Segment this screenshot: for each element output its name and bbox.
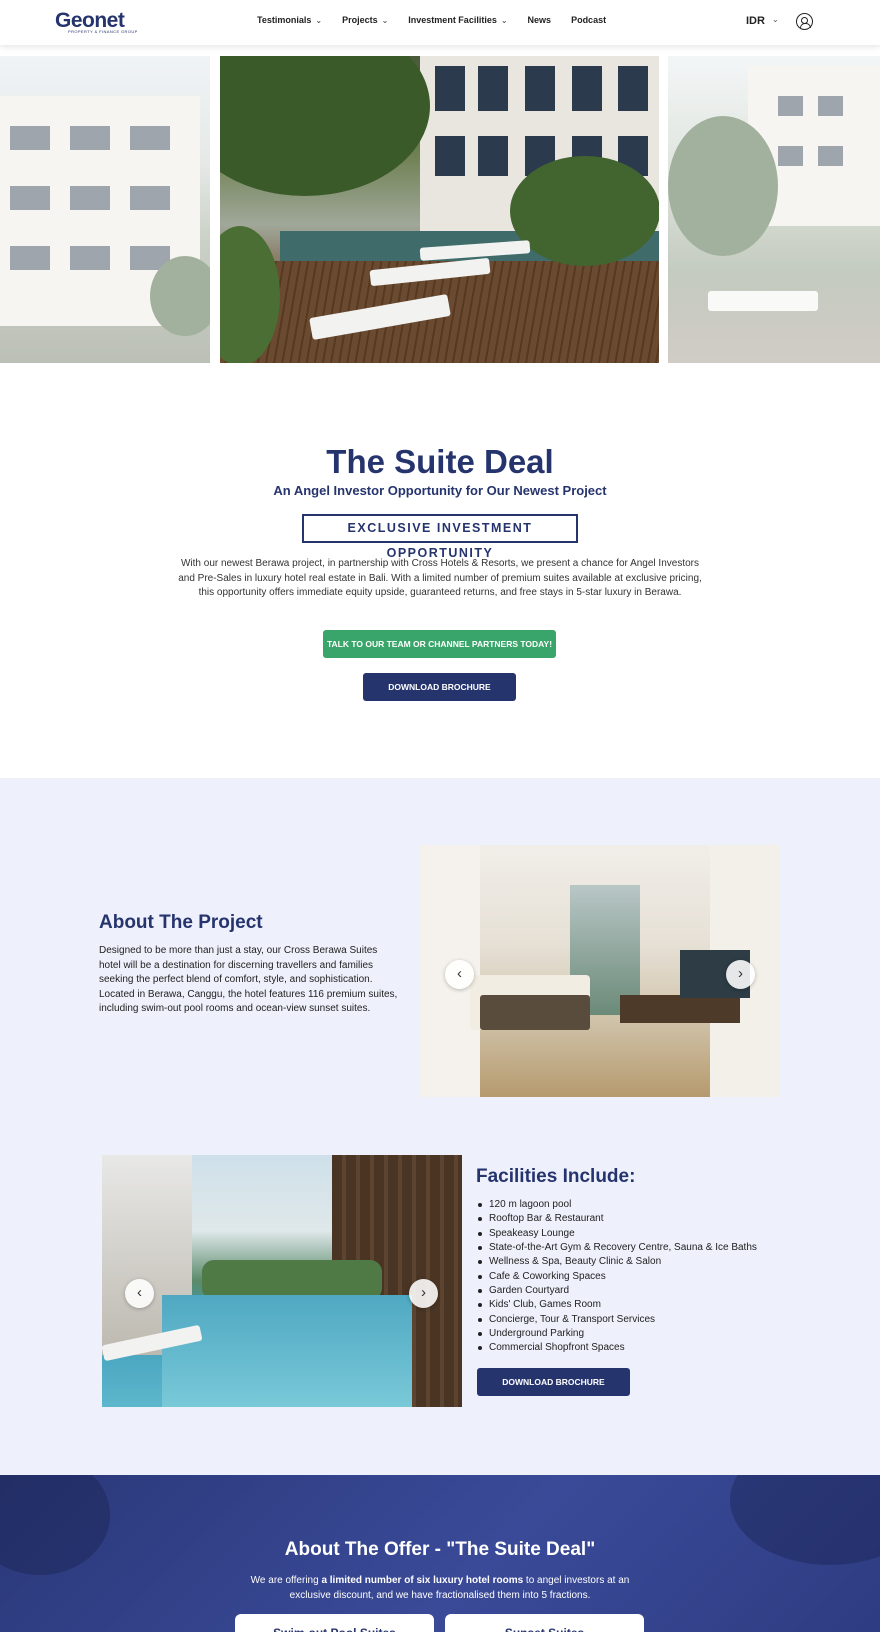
carousel-prev-button[interactable]: ‹ [445, 960, 474, 989]
list-item: Cafe & Coworking Spaces [476, 1270, 816, 1284]
hero-slide-active[interactable] [220, 56, 659, 363]
page-subtitle: An Angel Investor Opportunity for Our Ne… [273, 483, 607, 498]
chevron-right-icon: › [421, 1284, 426, 1301]
logo-tagline: PROPERTY & FINANCE GROUP [68, 29, 138, 34]
offer-text-intro: We are offering [250, 1575, 322, 1586]
nav-links: Testimonials ⌄ Projects ⌄ Investment Facil… [257, 15, 606, 25]
pool-image-carousel: ‹ › [102, 1155, 462, 1407]
suite-description: With our newest Berawa project, in partn… [178, 558, 702, 598]
list-item: 120 m lagoon pool [476, 1198, 816, 1212]
nav-label: Investment Facilities [408, 15, 497, 25]
chevron-left-icon: ‹ [137, 1284, 142, 1301]
about-text: Designed to be more than just a stay, ou… [99, 945, 398, 1014]
facilities-title: Facilities Include: [476, 1166, 636, 1187]
nav-item-podcast[interactable]: Podcast [571, 15, 606, 25]
list-item: State-of-the-Art Gym & Recovery Centre, … [476, 1241, 816, 1255]
chevron-down-icon: ⌄ [500, 15, 508, 25]
nav-label: News [527, 15, 552, 25]
chevron-down-icon: ⌄ [381, 15, 389, 25]
facilities-list: 120 m lagoon pool Rooftop Bar & Restaura… [476, 1198, 816, 1356]
talk-to-team-button[interactable]: TALK TO OUR TEAM OR CHANNEL PARTNERS TOD… [323, 630, 556, 658]
offer-text: We are offering a limited number of six … [230, 1574, 650, 1603]
page-title: The Suite Deal [326, 443, 554, 480]
nav-label: Testimonials [257, 15, 312, 25]
list-item: Underground Parking [476, 1327, 816, 1341]
chevron-down-icon: ⌄ [315, 15, 323, 25]
currency-selector[interactable]: IDR [746, 15, 765, 27]
list-item: Speakeasy Lounge [476, 1227, 816, 1241]
top-navigation: Geonet PROPERTY & FINANCE GROUP Testimon… [0, 0, 880, 45]
chevron-right-icon: › [738, 965, 743, 982]
list-item: Concierge, Tour & Transport Services [476, 1313, 816, 1327]
list-item: Garden Courtyard [476, 1284, 816, 1298]
about-title: About The Project [99, 912, 263, 933]
list-item: Commercial Shopfront Spaces [476, 1341, 816, 1355]
exclusive-badge: EXCLUSIVE INVESTMENT OPPORTUNITY [302, 514, 578, 560]
sunset-suites-card[interactable]: Sunset Suites [445, 1614, 644, 1632]
offer-title: About The Offer - "The Suite Deal" [284, 1539, 596, 1560]
swim-out-pool-suites-card[interactable]: Swim-out Pool Suites [235, 1614, 434, 1632]
hero-slide-next[interactable] [668, 56, 880, 363]
carousel-next-button[interactable]: › [726, 960, 755, 989]
list-item: Wellness & Spa, Beauty Clinic & Salon [476, 1255, 816, 1269]
nav-item-news[interactable]: News [528, 15, 552, 25]
nav-item-testimonials[interactable]: Testimonials ⌄ [257, 15, 322, 25]
geonet-logo[interactable]: Geonet PROPERTY & FINANCE GROUP [55, 9, 138, 35]
nav-label: Projects [342, 15, 378, 25]
download-brochure-button-facilities[interactable]: DOWNLOAD BROCHURE [477, 1368, 630, 1396]
room-image-carousel: ‹ › [420, 845, 780, 1097]
hero-slide-previous[interactable] [0, 56, 210, 363]
nav-item-projects[interactable]: Projects ⌄ [342, 15, 388, 25]
carousel-next-button[interactable]: › [409, 1279, 438, 1308]
offer-text-highlight: a limited number of six luxury hotel roo… [321, 1575, 524, 1586]
chevron-down-icon[interactable]: ⌄ [772, 15, 779, 24]
nav-label: Podcast [571, 15, 607, 25]
download-brochure-button[interactable]: DOWNLOAD BROCHURE [363, 673, 516, 701]
list-item: Kids' Club, Games Room [476, 1298, 816, 1312]
list-item: Rooftop Bar & Restaurant [476, 1212, 816, 1226]
chevron-left-icon: ‹ [457, 965, 462, 982]
carousel-prev-button[interactable]: ‹ [125, 1279, 154, 1308]
user-circle-icon[interactable] [796, 13, 813, 30]
nav-item-investment-facilities[interactable]: Investment Facilities ⌄ [408, 15, 507, 25]
